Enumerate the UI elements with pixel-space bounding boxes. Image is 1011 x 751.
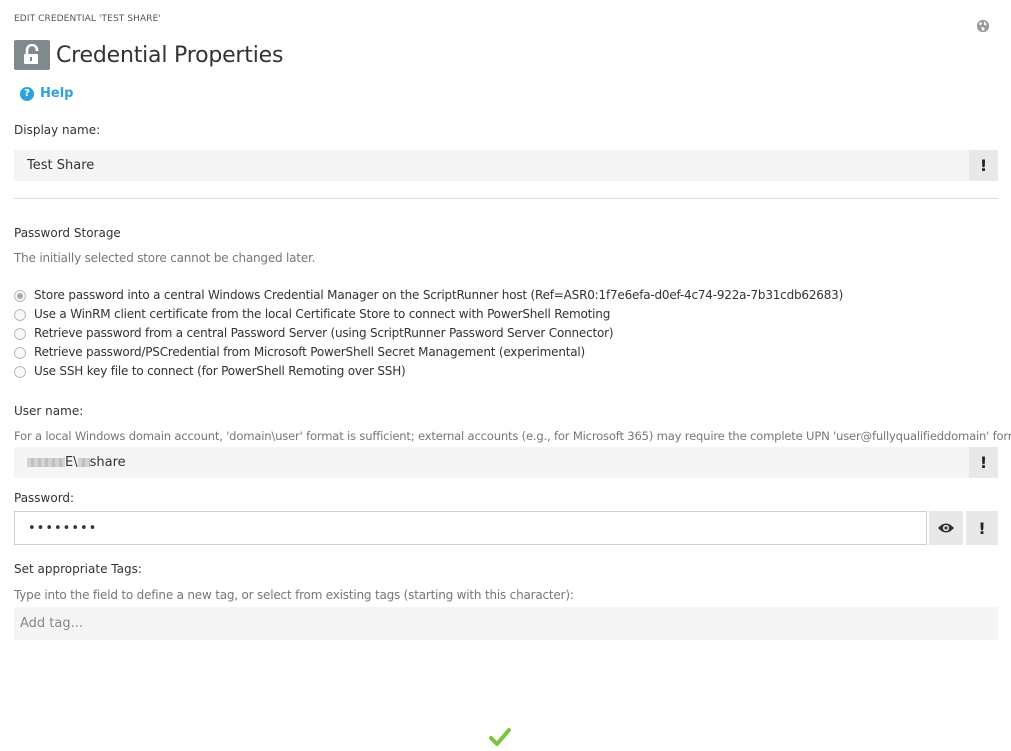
radio-button[interactable] — [14, 347, 26, 359]
required-indicator: ! — [969, 447, 998, 478]
radio-label: Use SSH key file to connect (for PowerSh… — [34, 363, 406, 378]
radio-label: Retrieve password/PSCredential from Micr… — [34, 344, 586, 359]
password-storage-options: Store password into a central Windows Cr… — [14, 285, 843, 380]
display-name-field[interactable]: Test Share ! — [14, 150, 998, 181]
user-name-fragment: share — [89, 455, 126, 470]
storage-option-secret-management[interactable]: Retrieve password/PSCredential from Micr… — [14, 342, 843, 361]
user-name-fragment: E\ — [65, 455, 78, 470]
user-name-label: User name: — [14, 404, 84, 418]
display-name-label: Display name: — [14, 123, 101, 137]
question-circle-icon: ? — [20, 86, 34, 101]
storage-option-ssh-key[interactable]: Use SSH key file to connect (for PowerSh… — [14, 361, 843, 380]
user-name-value[interactable]: E\ share — [14, 455, 969, 470]
display-name-value[interactable]: Test Share — [14, 158, 969, 173]
globe-icon[interactable] — [976, 19, 990, 33]
password-storage-hint: The initially selected store cannot be c… — [14, 251, 316, 265]
storage-option-credential-manager[interactable]: Store password into a central Windows Cr… — [14, 285, 843, 304]
radio-label: Retrieve password from a central Passwor… — [34, 325, 614, 340]
breadcrumb: EDIT CREDENTIAL 'TEST SHARE' — [14, 14, 161, 24]
required-indicator: ! — [969, 150, 998, 181]
help-link[interactable]: ? Help — [20, 86, 73, 101]
show-password-button[interactable] — [929, 511, 963, 545]
password-label: Password: — [14, 491, 75, 505]
redacted-text — [27, 458, 65, 467]
radio-button[interactable] — [14, 290, 26, 302]
radio-label: Use a WinRM client certificate from the … — [34, 306, 611, 321]
user-name-field[interactable]: E\ share ! — [14, 447, 998, 478]
tags-label: Set appropriate Tags: — [14, 562, 142, 576]
storage-option-password-server[interactable]: Retrieve password from a central Passwor… — [14, 323, 843, 342]
eye-icon — [938, 523, 954, 533]
check-icon[interactable] — [489, 727, 511, 747]
unlock-icon — [14, 40, 50, 70]
password-input[interactable]: •••••••• — [14, 511, 927, 545]
divider — [14, 198, 998, 199]
page-header: Credential Properties — [14, 40, 283, 70]
radio-label: Store password into a central Windows Cr… — [34, 287, 844, 302]
required-indicator: ! — [966, 511, 998, 545]
radio-button[interactable] — [14, 328, 26, 340]
tags-input[interactable]: Add tag... — [14, 607, 998, 640]
user-name-hint: For a local Windows domain account, 'dom… — [14, 429, 1011, 443]
storage-option-winrm-certificate[interactable]: Use a WinRM client certificate from the … — [14, 304, 843, 323]
radio-button[interactable] — [14, 309, 26, 321]
redacted-text — [77, 458, 90, 467]
radio-button[interactable] — [14, 366, 26, 378]
password-storage-label: Password Storage — [14, 226, 121, 240]
page-title: Credential Properties — [56, 42, 284, 68]
help-label: Help — [40, 86, 74, 101]
tags-hint: Type into the field to define a new tag,… — [14, 588, 574, 602]
